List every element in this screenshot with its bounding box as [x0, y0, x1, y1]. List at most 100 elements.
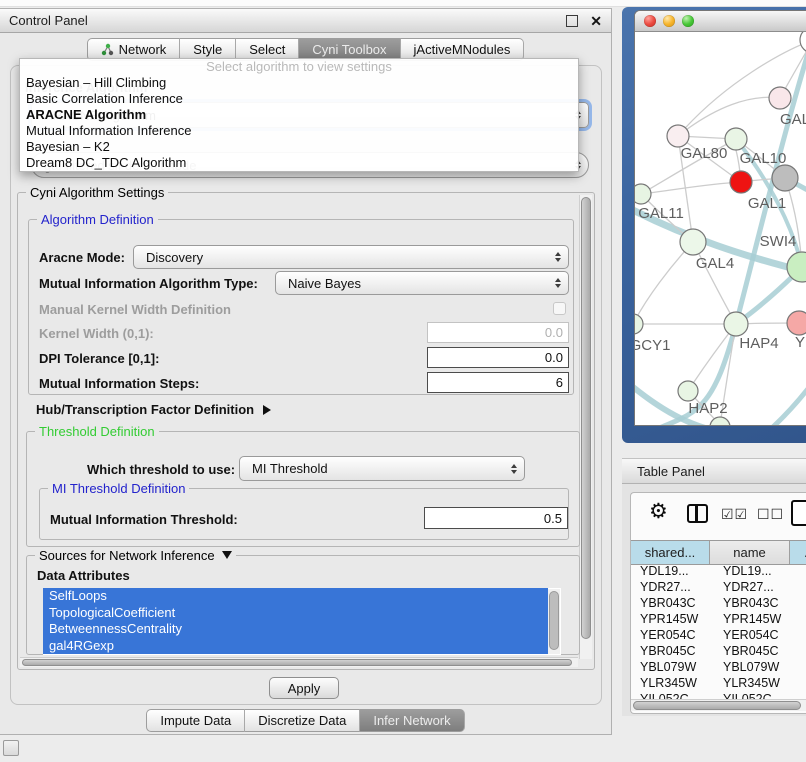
scrollbar-thumb[interactable]	[633, 701, 801, 710]
dpi-tolerance-field[interactable]: 0.0	[427, 347, 569, 368]
tab-discretize-data[interactable]: Discretize Data	[245, 709, 360, 732]
table-cell: YLR345W	[631, 675, 718, 691]
network-view-window[interactable]: GALGAL80GAL10GAL1GAL11GAL4SWI4YHAP4GCY1H…	[634, 10, 806, 426]
data-attribute-item[interactable]: SelfLoops	[43, 588, 548, 605]
expand-arrow-icon[interactable]	[263, 405, 271, 415]
table-cell: YIL052C	[718, 691, 802, 699]
list-vertical-scrollbar[interactable]	[548, 589, 560, 654]
algorithm-option[interactable]: Bayesian – Hill Climbing	[20, 75, 578, 91]
scrollbar-thumb[interactable]	[549, 591, 559, 650]
table-row[interactable]: YPR145WYPR145W9.	[631, 611, 806, 627]
table-row[interactable]: YER054CYER054C8.	[631, 627, 806, 643]
network-edge[interactable]	[641, 182, 741, 194]
minimize-traffic-light-icon[interactable]	[663, 15, 675, 27]
network-node[interactable]	[769, 87, 791, 109]
gear-icon[interactable]: ⚙	[649, 501, 668, 522]
table-rows: YDL19...YDL19...13YDR27...YDR27...12YBR0…	[631, 563, 806, 699]
network-edge[interactable]	[635, 242, 693, 324]
network-icon	[101, 43, 114, 56]
network-node[interactable]	[678, 381, 698, 401]
which-threshold-label: Which threshold to use:	[87, 462, 235, 477]
algorithm-option[interactable]: ARACNE Algorithm	[20, 107, 578, 123]
network-node[interactable]	[635, 184, 651, 204]
scrollbar-thumb[interactable]	[581, 197, 591, 639]
data-attributes-list[interactable]: SelfLoopsTopologicalCoefficientBetweenne…	[43, 588, 561, 655]
network-node[interactable]	[724, 312, 748, 336]
columns-icon[interactable]	[687, 504, 708, 523]
mi-threshold-label: Mutual Information Threshold:	[50, 512, 238, 527]
network-canvas[interactable]: GALGAL80GAL10GAL1GAL11GAL4SWI4YHAP4GCY1H…	[635, 32, 806, 426]
network-node-label: GCY1	[635, 337, 670, 354]
network-node[interactable]	[710, 417, 730, 426]
tab-infer-network[interactable]: Infer Network	[360, 709, 464, 732]
table-cell	[802, 595, 806, 611]
table-row[interactable]: YIL052CYIL052C9	[631, 691, 806, 699]
select-all-columns-icon[interactable]: ☑☑	[721, 506, 748, 523]
table-horizontal-scrollbar[interactable]	[631, 699, 806, 711]
network-view-frame: GALGAL80GAL10GAL1GAL11GAL4SWI4YHAP4GCY1H…	[622, 7, 806, 443]
table-cell: YER054C	[631, 627, 718, 643]
network-node[interactable]	[667, 125, 689, 147]
mi-threshold-group-title: MI Threshold Definition	[48, 481, 189, 496]
apply-button[interactable]: Apply	[269, 677, 339, 699]
network-node[interactable]	[725, 128, 747, 150]
table-row[interactable]: YBR043CYBR043C	[631, 595, 806, 611]
mi-steps-label: Mutual Information Steps:	[39, 376, 199, 391]
table-cell: YBL079W	[718, 659, 802, 675]
close-traffic-light-icon[interactable]	[644, 15, 656, 27]
table-cell	[802, 659, 806, 675]
deselect-all-columns-icon[interactable]: ☐☐	[757, 506, 784, 523]
minimized-panel-button[interactable]	[3, 740, 19, 756]
network-node-label: GAL10	[740, 150, 787, 167]
table-panel-body: ⚙ ☑☑ ☐☐ shared...nameA YDL19...YDL19...1…	[622, 484, 806, 716]
network-node[interactable]	[787, 311, 806, 335]
algorithm-definition-group: Algorithm Definition Aracne Mode: Discov…	[28, 219, 574, 395]
column-header[interactable]: name	[710, 541, 790, 564]
top-strip	[0, 0, 806, 7]
column-header[interactable]: A	[790, 541, 806, 564]
aracne-mode-combo[interactable]: Discovery	[133, 245, 569, 269]
network-edge[interactable]	[753, 377, 806, 426]
network-node-label: HAP2	[688, 400, 727, 417]
network-window-titlebar[interactable]	[635, 11, 806, 32]
table-cell: YBR045C	[631, 643, 718, 659]
network-node[interactable]	[772, 165, 798, 191]
tab-label: Infer Network	[373, 711, 450, 730]
data-attribute-item[interactable]: gal4RGexp	[43, 638, 548, 655]
network-node[interactable]	[730, 171, 752, 193]
horizontal-scrollbar[interactable]	[20, 657, 578, 667]
network-node[interactable]	[635, 314, 643, 334]
table-cell: YPR145W	[631, 611, 718, 627]
collapse-arrow-icon[interactable]	[222, 551, 232, 559]
threshold-definition-title: Threshold Definition	[35, 424, 159, 439]
network-node[interactable]	[800, 32, 806, 53]
manual-kernel-checkbox[interactable]	[553, 302, 566, 315]
tab-impute-data[interactable]: Impute Data	[146, 709, 245, 732]
vertical-scrollbar[interactable]	[579, 195, 592, 659]
which-threshold-combo[interactable]: MI Threshold	[239, 456, 525, 481]
mi-type-combo[interactable]: Naive Bayes	[275, 271, 569, 295]
kernel-width-field[interactable]: 0.0	[427, 322, 569, 343]
algorithm-option[interactable]: Basic Correlation Inference	[20, 91, 578, 107]
scrollbar-thumb[interactable]	[22, 659, 572, 666]
close-icon[interactable]: ✕	[590, 14, 602, 28]
data-attribute-item[interactable]: TopologicalCoefficient	[43, 605, 548, 622]
table-cell: YBR043C	[718, 595, 802, 611]
data-attribute-item[interactable]: BetweennessCentrality	[43, 621, 548, 638]
network-node[interactable]	[680, 229, 706, 255]
algorithm-option[interactable]: Mutual Information Inference	[20, 123, 578, 139]
mi-threshold-field[interactable]: 0.5	[424, 507, 568, 529]
algorithm-option[interactable]: Bayesian – K2	[20, 139, 578, 155]
hub-definition-toggle[interactable]: Hub/Transcription Factor Definition	[36, 401, 271, 419]
table-row[interactable]: YDR27...YDR27...12	[631, 579, 806, 595]
table-row[interactable]: YBR045CYBR045C9.	[631, 643, 806, 659]
zoom-traffic-light-icon[interactable]	[682, 15, 694, 27]
table-row[interactable]: YDL19...YDL19...13	[631, 563, 806, 579]
algorithm-option[interactable]: Dream8 DC_TDC Algorithm	[20, 155, 578, 171]
table-row[interactable]: YLR345WYLR345W9.	[631, 675, 806, 691]
column-header[interactable]: shared...	[631, 541, 710, 564]
mi-steps-field[interactable]: 6	[427, 372, 569, 393]
float-window-icon[interactable]	[566, 15, 578, 27]
new-table-icon[interactable]	[791, 500, 806, 526]
table-row[interactable]: YBL079WYBL079W	[631, 659, 806, 675]
